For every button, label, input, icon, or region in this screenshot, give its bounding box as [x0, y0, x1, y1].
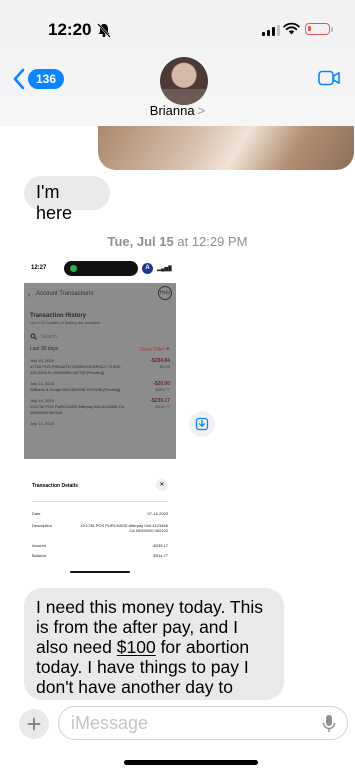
conversation-header: 12:20 136 Brianna >: [0, 0, 355, 126]
screenshot-help-icon: Help: [158, 286, 172, 300]
video-call-icon[interactable]: [318, 70, 340, 86]
back-button[interactable]: 136: [12, 68, 65, 90]
chevron-left-icon: [13, 68, 25, 90]
screenshot-dimmed-content: ‹ Account Transactions Help Transaction …: [24, 283, 176, 459]
screenshot-transaction: July 14, 2025: [30, 421, 54, 426]
contact-name-button[interactable]: Brianna >: [0, 103, 355, 118]
screenshot-nav-title: Account Transactions: [36, 291, 94, 297]
download-icon: [195, 417, 209, 431]
battery-icon: [305, 23, 333, 35]
screenshot-filter-row: Last 30 days Show Filter +: [30, 346, 170, 353]
incoming-message[interactable]: I need this money today. This is from th…: [24, 588, 284, 717]
chevron-right-icon: >: [197, 103, 206, 118]
app-badge-icon: A: [142, 263, 153, 274]
home-indicator: [124, 760, 258, 765]
timestamp-time: at 12:29 PM: [173, 234, 248, 249]
message-text: I'm here: [36, 182, 73, 223]
screenshot-back-icon: ‹: [28, 290, 31, 299]
timestamp-divider: Tue, Jul 15 at 12:29 PM: [0, 234, 355, 249]
plus-icon: +: [165, 346, 170, 353]
screenshot-history-title: Transaction History: [30, 313, 87, 319]
screenshot-transaction: July 14, 2025 Williams & Fudge D00182903B…: [30, 381, 170, 392]
search-icon: [30, 333, 37, 340]
microphone-icon[interactable]: [322, 714, 336, 734]
plus-icon: [27, 717, 41, 731]
screenshot-search: Search: [30, 333, 170, 340]
screenshot-time: 12:27: [31, 265, 47, 271]
incoming-message[interactable]: I'm here: [24, 176, 110, 223]
photo-message[interactable]: [98, 119, 354, 170]
detail-row: Amount -$239.17: [32, 543, 168, 548]
apps-plus-button[interactable]: [19, 709, 49, 739]
contact-avatar[interactable]: [160, 57, 208, 105]
detail-row: Description XX1736 POS PURCHASE Afterpay …: [32, 523, 168, 533]
compose-bar: iMessage: [0, 700, 355, 768]
screenshot-home-indicator: [70, 571, 130, 573]
detail-row: Date 07-14-2025: [32, 511, 168, 516]
screenshot-image-message[interactable]: 12:27 A ▂▄▆▉ ‹ Account Transactions Help…: [24, 255, 176, 576]
contact-name: Brianna: [149, 103, 195, 118]
screenshot-details-sheet: Transaction Details ✕ Date 07-14-2025 Des…: [24, 469, 176, 576]
screenshot-status-bar: 12:27 A ▂▄▆▉: [24, 255, 176, 283]
close-icon: ✕: [156, 479, 168, 491]
money-link[interactable]: $100: [117, 637, 156, 657]
status-time: 12:20: [48, 20, 92, 39]
screenshot-sheet-title: Transaction Details: [32, 483, 78, 489]
bell-slash-icon: [97, 23, 111, 38]
screenshot-transaction: July 15, 2025 47760 POS PREAUTH VZWRLSS*A…: [30, 358, 170, 375]
dynamic-island: [64, 261, 138, 276]
timestamp-day: Tue, Jul 15: [107, 234, 174, 249]
screenshot-history-sub: Up to 24 months of history are available: [30, 320, 101, 325]
screenshot-signal-icon: ▂▄▆▉: [157, 266, 173, 272]
message-input[interactable]: iMessage: [58, 706, 348, 740]
screenshot-transaction: July 14, 2025 XX1736 POS PURCHASE Afterpa…: [30, 398, 170, 415]
message-input-placeholder: iMessage: [71, 713, 149, 733]
detail-row: Balance $314.77: [32, 553, 168, 558]
wifi-icon: [283, 22, 300, 35]
save-image-button[interactable]: [189, 411, 215, 437]
unread-count-badge: 136: [28, 69, 65, 89]
cellular-signal-icon: [262, 25, 280, 36]
